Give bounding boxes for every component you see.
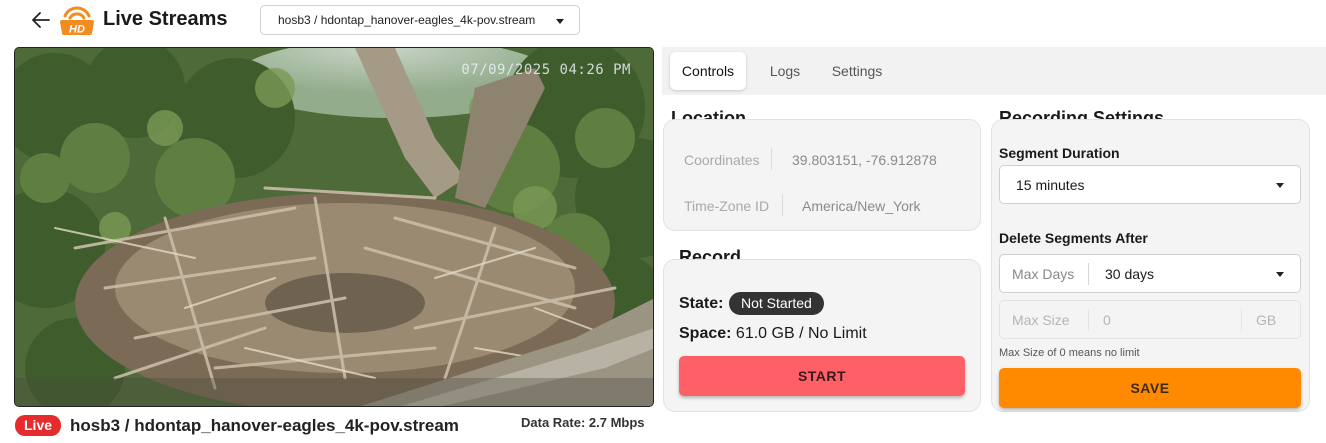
space-label: Space: bbox=[679, 325, 732, 342]
svg-text:HD: HD bbox=[69, 24, 85, 36]
tab-settings[interactable]: Settings bbox=[824, 52, 890, 90]
delete-segments-label: Delete Segments After bbox=[999, 230, 1148, 246]
chevron-down-icon bbox=[1276, 183, 1284, 188]
space-info: Space: 61.0 GB / No Limit bbox=[679, 325, 867, 343]
timezone-value: America/New_York bbox=[802, 198, 921, 214]
divider bbox=[771, 148, 772, 170]
video-player[interactable]: 07/09/2025 04:26 PM bbox=[14, 47, 654, 407]
hd-logo-icon: HD bbox=[60, 6, 94, 36]
max-size-label: Max Size bbox=[1012, 312, 1070, 328]
back-arrow-icon[interactable] bbox=[30, 9, 52, 31]
timezone-label: Time-Zone ID bbox=[684, 198, 770, 214]
stream-selector-value: hosb3 / hdontap_hanover-eagles_4k-pov.st… bbox=[278, 13, 536, 27]
max-days-select[interactable]: Max Days 30 days bbox=[999, 254, 1301, 293]
tab-bar: Controls Logs Settings bbox=[662, 47, 1326, 95]
location-card bbox=[663, 119, 981, 231]
coordinates-label: Coordinates bbox=[684, 152, 760, 168]
coordinates-value: 39.803151, -76.912878 bbox=[792, 152, 937, 168]
divider bbox=[1088, 309, 1089, 331]
page-title: Live Streams bbox=[103, 8, 228, 30]
save-button[interactable]: SAVE bbox=[999, 368, 1301, 408]
chevron-down-icon bbox=[556, 19, 564, 24]
chevron-down-icon bbox=[1276, 272, 1284, 277]
camera-timestamp: 07/09/2025 04:26 PM bbox=[461, 62, 631, 78]
tab-controls[interactable]: Controls bbox=[670, 52, 746, 90]
state-label: State: bbox=[679, 295, 724, 312]
state-badge: Not Started bbox=[729, 292, 824, 315]
max-size-helper-text: Max Size of 0 means no limit bbox=[999, 347, 1140, 359]
stream-caption: hosb3 / hdontap_hanover-eagles_4k-pov.st… bbox=[70, 416, 459, 435]
stream-selector[interactable]: hosb3 / hdontap_hanover-eagles_4k-pov.st… bbox=[260, 5, 580, 35]
camera-frame bbox=[15, 48, 653, 406]
max-size-value: 0 bbox=[1103, 312, 1111, 328]
divider bbox=[1241, 309, 1242, 331]
segment-duration-select[interactable]: 15 minutes bbox=[999, 165, 1301, 204]
divider bbox=[1088, 263, 1089, 285]
live-badge: Live bbox=[15, 415, 62, 436]
max-size-unit: GB bbox=[1256, 312, 1277, 328]
max-days-value: 30 days bbox=[1105, 266, 1155, 282]
tab-logs[interactable]: Logs bbox=[760, 52, 810, 90]
data-rate: Data Rate: 2.7 Mbps bbox=[521, 415, 645, 430]
max-days-label: Max Days bbox=[1012, 266, 1075, 282]
segment-duration-value: 15 minutes bbox=[1016, 177, 1085, 193]
start-button[interactable]: START bbox=[679, 356, 965, 396]
divider bbox=[782, 194, 783, 216]
segment-duration-label: Segment Duration bbox=[999, 145, 1120, 161]
space-value: 61.0 GB / No Limit bbox=[735, 325, 867, 342]
max-size-field[interactable]: Max Size 0 GB bbox=[999, 300, 1301, 339]
